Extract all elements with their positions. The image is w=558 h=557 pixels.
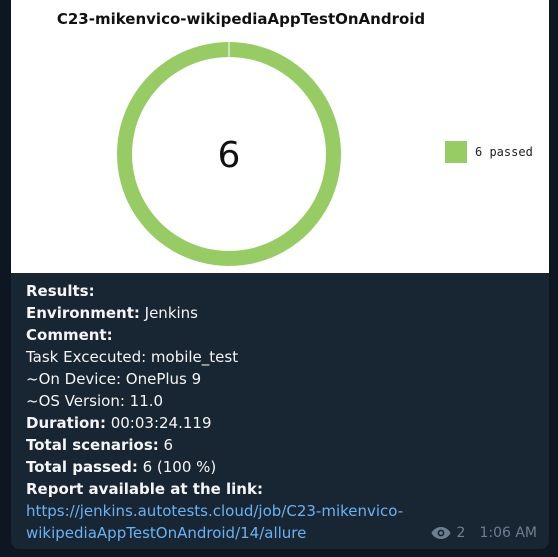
duration-label: Duration: — [26, 414, 106, 432]
message-text: Results: Environment: Jenkins Comment: T… — [26, 280, 541, 544]
message-meta: 2 1:06 AM — [431, 525, 537, 541]
duration-value: 00:03:24.119 — [105, 414, 212, 432]
donut-chart: 6 — [116, 42, 341, 266]
message-time: 1:06 AM — [479, 525, 537, 541]
chart-image[interactable]: C23-mikenvico-wikipediaAppTestOnAndroid … — [11, 0, 549, 273]
eye-icon — [431, 527, 451, 539]
message-bubble: C23-mikenvico-wikipediaAppTestOnAndroid … — [11, 0, 549, 549]
view-count: 2 — [456, 525, 466, 541]
total-passed-label: Total passed: — [26, 458, 138, 476]
total-scenarios-label: Total scenarios: — [26, 436, 159, 454]
environment-value: Jenkins — [139, 304, 198, 322]
task-line: Task Excecuted: mobile_test — [26, 348, 239, 366]
comment-label: Comment: — [26, 326, 113, 344]
legend-swatch-passed — [445, 141, 467, 163]
chart-legend: 6 passed — [445, 141, 533, 163]
results-label: Results: — [26, 282, 95, 300]
donut-center-label: 6 — [218, 135, 241, 176]
os-line: ~OS Version: 11.0 — [26, 392, 164, 410]
total-scenarios-value: 6 — [158, 436, 174, 454]
report-label: Report available at the link: — [26, 480, 263, 498]
device-line: ~On Device: OnePlus 9 — [26, 370, 202, 388]
report-link-line-1: https://jenkins.autotests.cloud/job/C23-… — [26, 502, 404, 520]
total-passed-value: 6 (100 %) — [137, 458, 217, 476]
environment-label: Environment: — [26, 304, 140, 322]
legend-label-passed: 6 passed — [475, 145, 533, 159]
